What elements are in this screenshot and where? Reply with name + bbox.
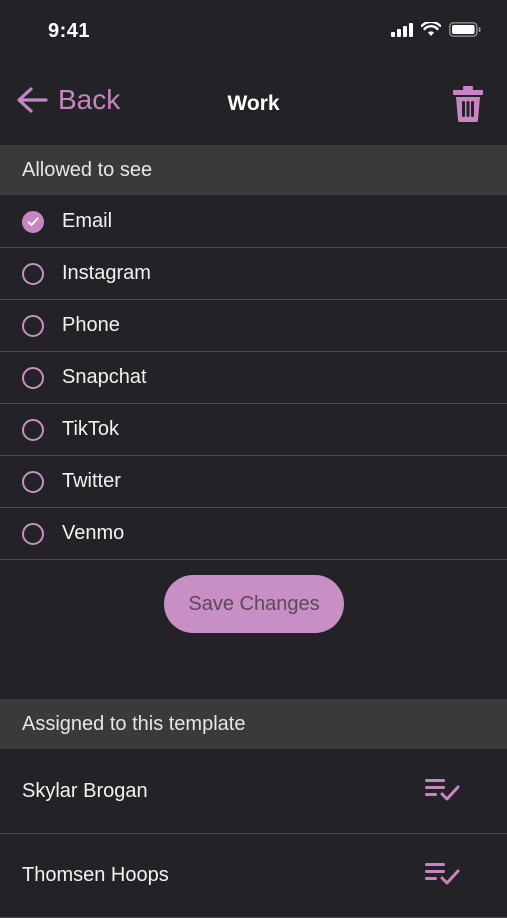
trash-icon	[453, 86, 483, 122]
list-item: Skylar Brogan	[0, 750, 507, 834]
assigned-people-list: Skylar Brogan Thomsen Hoops	[0, 750, 507, 918]
allowed-section-title: Allowed to see	[22, 158, 153, 181]
battery-icon	[449, 22, 481, 37]
cellular-signal-icon	[391, 22, 413, 37]
playlist-check-icon[interactable]	[425, 777, 461, 806]
permissions-list: Email Instagram Phone Snapchat TikTok Tw…	[0, 196, 507, 560]
option-label: Venmo	[62, 522, 125, 544]
checkbox-unchecked-icon[interactable]	[22, 366, 44, 389]
wifi-icon	[421, 22, 441, 36]
status-time: 9:41	[48, 20, 91, 42]
option-label: Snapchat	[62, 366, 147, 388]
option-venmo[interactable]: Venmo	[0, 508, 507, 560]
option-label: Instagram	[62, 262, 151, 284]
option-label: Email	[62, 210, 113, 232]
option-email[interactable]: Email	[0, 196, 507, 248]
list-item: Thomsen Hoops	[0, 834, 507, 918]
option-twitter[interactable]: Twitter	[0, 456, 507, 508]
checkbox-unchecked-icon[interactable]	[22, 262, 44, 285]
save-changes-button[interactable]: Save Changes	[164, 575, 344, 633]
option-phone[interactable]: Phone	[0, 300, 507, 352]
person-name: Thomsen Hoops	[22, 864, 169, 886]
page-title: Work	[227, 92, 280, 115]
option-label: TikTok	[62, 418, 120, 440]
option-label: Twitter	[62, 470, 121, 492]
checkbox-unchecked-icon[interactable]	[22, 522, 44, 545]
option-tiktok[interactable]: TikTok	[0, 404, 507, 456]
status-bar: 9:41	[0, 0, 507, 62]
assigned-section-title: Assigned to this template	[22, 712, 246, 735]
navigation-bar: Back Work	[0, 70, 507, 140]
delete-button[interactable]	[453, 86, 483, 127]
checkbox-unchecked-icon[interactable]	[22, 470, 44, 493]
status-icons	[391, 22, 481, 37]
option-label: Phone	[62, 314, 120, 336]
checkbox-unchecked-icon[interactable]	[22, 418, 44, 441]
assigned-section-header: Assigned to this template	[0, 699, 507, 749]
option-instagram[interactable]: Instagram	[0, 248, 507, 300]
option-snapchat[interactable]: Snapchat	[0, 352, 507, 404]
checkbox-checked-icon[interactable]	[22, 210, 44, 233]
allowed-section-header: Allowed to see	[0, 145, 507, 195]
playlist-check-icon[interactable]	[425, 861, 461, 890]
checkbox-unchecked-icon[interactable]	[22, 314, 44, 337]
person-name: Skylar Brogan	[22, 780, 148, 802]
